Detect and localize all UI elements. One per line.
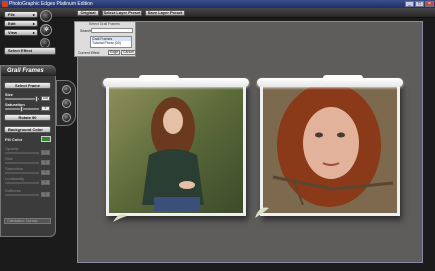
minimize-button[interactable]: _ (405, 1, 414, 7)
softness-slider[interactable] (5, 194, 39, 196)
layers-dial-button[interactable] (40, 10, 52, 22)
saturation-slider[interactable] (5, 106, 39, 112)
framed-photo-right (257, 75, 403, 216)
select-effect-button[interactable]: Select Effect (4, 47, 56, 55)
close-button[interactable]: × (425, 1, 434, 7)
softness-value[interactable]: 0 (41, 192, 50, 197)
side-dial-group (56, 80, 76, 126)
leaf-ornament (111, 210, 129, 224)
effect-settings-panel: Grail Frames Select Frame Size 100 Satur… (0, 65, 56, 237)
view-menu[interactable]: View ▸ (4, 29, 38, 36)
saturation2-value[interactable]: 0 (41, 170, 50, 175)
cancel-button[interactable]: Cancel (121, 50, 136, 55)
current-effect-label: Current Effect (78, 51, 100, 55)
side-dial-bottom[interactable] (62, 113, 71, 122)
effect-list[interactable]: Grail Frames Tutorial Photo (00) (90, 36, 132, 48)
size-slider-knob[interactable] (35, 96, 38, 102)
background-color-button[interactable]: Background Color (4, 126, 51, 133)
luminosity-slider[interactable] (5, 182, 39, 184)
luminosity-label: Luminosity (5, 176, 25, 181)
chevron-right-icon: ▸ (32, 12, 35, 17)
effect-search-popup: Select Grail Frames Search Grail Frames … (74, 21, 136, 57)
size-label: Size (5, 92, 14, 97)
file-menu-label: File (8, 12, 15, 17)
size-slider[interactable] (5, 96, 39, 102)
search-input[interactable] (91, 28, 133, 33)
photo-woman-seated (109, 85, 243, 213)
popup-title: Select Grail Frames (89, 22, 120, 26)
size2-value[interactable]: 0 (41, 160, 50, 165)
photo-woman-closeup (263, 83, 397, 213)
saturation2-slider[interactable] (5, 172, 39, 174)
settings-dial-button[interactable]: ✲ (40, 24, 52, 36)
framed-photo-left (103, 75, 249, 216)
window-controls: _ □ × (405, 1, 434, 7)
window-titlebar: PhotoGraphic Edges Platinum Edition _ □ … (0, 0, 435, 8)
softness-label: Softness (5, 188, 21, 193)
saturation-slider-knob[interactable] (20, 106, 23, 112)
select-effect-label: Select Effect (8, 48, 33, 53)
edge-button[interactable]: Edge (108, 50, 121, 55)
maximize-button[interactable]: □ (415, 1, 424, 7)
chevron-right-icon: ▸ (32, 21, 35, 26)
luminosity-value[interactable]: 0 (41, 180, 50, 185)
chevron-right-icon: ▸ (32, 30, 35, 35)
rotate-button[interactable]: Rotate 90 (4, 114, 51, 121)
opacity-label: Opacity (5, 146, 19, 151)
size2-label: Size (5, 156, 13, 161)
list-item[interactable]: Tutorial Photo (00) (92, 41, 131, 45)
file-menu[interactable]: File ▸ (4, 11, 38, 18)
size-value[interactable]: 100 (41, 96, 50, 101)
opacity-slider[interactable] (5, 152, 39, 154)
frost-edge (139, 75, 179, 81)
edit-menu[interactable]: Edit ▸ (4, 20, 38, 27)
save-layer-preset-button[interactable]: Save Layer Preset (145, 10, 185, 16)
edit-menu-label: Edit (8, 21, 16, 26)
size2-slider[interactable] (5, 162, 39, 164)
fill-color-label: Fill Color (5, 137, 23, 142)
side-dial-top[interactable] (62, 85, 71, 94)
saturation-value[interactable]: 0 (41, 106, 50, 111)
preview-canvas[interactable] (77, 21, 423, 263)
leaf-ornament (253, 204, 271, 220)
view-menu-label: View (8, 30, 18, 35)
select-layer-preset-button[interactable]: Select Layer Preset (102, 10, 142, 16)
side-dial-middle[interactable] (62, 99, 71, 108)
background-color-label: Background Color (8, 127, 43, 132)
saturation2-label: Saturation (5, 166, 24, 171)
select-frame-button[interactable]: Select Frame (4, 82, 51, 89)
panel-title: Grail Frames (1, 66, 56, 76)
app-icon (2, 1, 8, 7)
window-title: PhotoGraphic Edges Platinum Edition (9, 1, 93, 7)
orientation-dropdown[interactable]: Orientation: Normal (4, 218, 51, 224)
top-toolbar: Original Select Layer Preset Save Layer … (0, 8, 435, 18)
opacity-value[interactable]: 0 (41, 150, 50, 155)
original-button[interactable]: Original (77, 10, 99, 16)
gear-icon: ✲ (44, 27, 50, 33)
search-label: Search (80, 29, 92, 33)
frost-edge (323, 75, 363, 81)
fill-color-swatch[interactable] (41, 136, 51, 142)
